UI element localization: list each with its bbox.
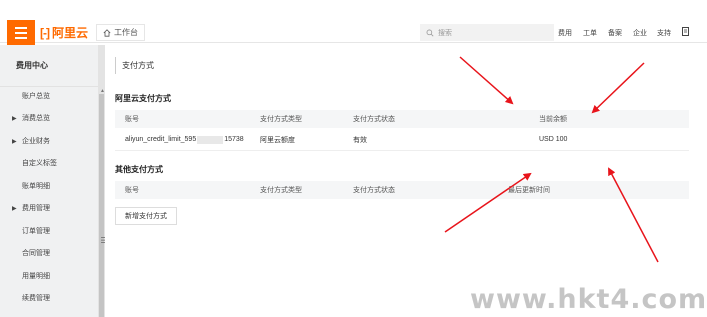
col-balance: 当前余额 — [539, 116, 567, 123]
sidebar-item-label: 消费总览 — [22, 115, 50, 122]
menu-toggle-button[interactable] — [7, 20, 35, 45]
col-status: 支付方式状态 — [353, 187, 395, 194]
col-type: 支付方式类型 — [260, 116, 302, 123]
sidebar-item-label: 用量明细 — [22, 273, 50, 280]
expand-caret-icon: ▶ — [12, 138, 17, 145]
sidebar-item-label: 账户总览 — [22, 93, 50, 100]
main-content: 支付方式 阿里云支付方式 账号 支付方式类型 支付方式状态 当前余额 aliyu… — [105, 45, 707, 317]
logo-text: 阿里云 — [52, 26, 89, 40]
sidebar-header: 费用中心 — [0, 45, 105, 87]
col-type: 支付方式类型 — [260, 187, 302, 194]
account-prefix: aliyun_credit_limit_595 — [125, 136, 197, 143]
top-bar: [-] 阿里云 工作台 搜索 费用 工单 备案 企业 支持 — [0, 0, 707, 45]
sidebar-item[interactable]: ▶ 企业财务 — [0, 132, 98, 150]
search-placeholder: 搜索 — [438, 29, 452, 37]
workbench-button[interactable]: 工作台 — [96, 24, 145, 41]
status-cell: 有效 — [353, 136, 367, 144]
search-input[interactable]: 搜索 — [420, 24, 554, 41]
sidebar-item[interactable]: 账单明细 — [0, 177, 98, 195]
aliyun-payment-section-title: 阿里云支付方式 — [115, 94, 171, 103]
menu-line-icon — [15, 31, 27, 34]
sidebar-item-label: 订单管理 — [22, 228, 50, 235]
sidebar-item[interactable]: 自定义标签 — [0, 154, 98, 172]
menu-line-icon — [15, 36, 27, 39]
sidebar-item-label: 续费管理 — [22, 295, 50, 302]
page-title: 支付方式 — [115, 57, 154, 74]
other-table-header: 账号 支付方式类型 支付方式状态 最后更新时间 — [115, 181, 689, 199]
search-icon — [426, 29, 434, 36]
sidebar-item-label: 费用管理 — [22, 205, 50, 212]
table-row: aliyun_credit_limit_595 15738 阿里云额度 有效 US… — [115, 129, 689, 151]
other-payment-section-title: 其他支付方式 — [115, 165, 163, 174]
sidebar-item-label: 自定义标签 — [22, 160, 57, 167]
sidebar-item-label: 账单明细 — [22, 183, 50, 190]
sidebar-item[interactable]: 续费管理 — [0, 289, 98, 307]
workbench-label: 工作台 — [114, 28, 138, 37]
col-status: 支付方式状态 — [353, 116, 395, 123]
sidebar-item-label: 企业财务 — [22, 138, 50, 145]
menu-line-icon — [15, 26, 27, 29]
col-account: 账号 — [125, 116, 139, 123]
sidebar-item-label: 合同管理 — [22, 250, 50, 257]
sidebar-item[interactable]: ▶ 费用管理 — [0, 199, 98, 217]
sidebar-item[interactable]: 账户总览 — [0, 87, 98, 105]
nav-enterprise[interactable]: 企业 — [633, 28, 647, 38]
expand-caret-icon: ▶ — [12, 115, 17, 122]
account-cell: aliyun_credit_limit_595 15738 — [125, 129, 244, 150]
add-payment-method-button[interactable]: 新增支付方式 — [115, 207, 177, 225]
more-icon[interactable] — [682, 27, 690, 36]
sidebar-item[interactable]: 订单管理 — [0, 222, 98, 240]
logo-mark-icon: [-] — [40, 25, 50, 40]
watermark: www.hkt4.com — [470, 284, 707, 315]
sidebar-item[interactable]: 用量明细 — [0, 267, 98, 285]
nav-ticket[interactable]: 工单 — [583, 28, 597, 38]
masked-region — [197, 135, 224, 144]
type-cell: 阿里云额度 — [260, 136, 295, 144]
sidebar-scroll-thumb[interactable] — [99, 94, 104, 317]
balance-cell: USD 100 — [539, 136, 568, 143]
nav-support[interactable]: 支持 — [657, 28, 671, 38]
home-icon — [103, 28, 111, 37]
sidebar-item[interactable]: ▶ 消费总览 — [0, 109, 98, 127]
col-account: 账号 — [125, 187, 139, 194]
sidebar-item[interactable]: 合同管理 — [0, 244, 98, 262]
account-suffix: 15738 — [224, 136, 244, 143]
col-last-updated: 最后更新时间 — [508, 187, 550, 194]
nav-icp[interactable]: 备案 — [608, 28, 622, 38]
nav-cost[interactable]: 费用 — [558, 28, 572, 38]
aliyun-table-header: 账号 支付方式类型 支付方式状态 当前余额 — [115, 110, 689, 128]
expand-caret-icon: ▶ — [12, 205, 17, 212]
aliyun-logo[interactable]: [-] 阿里云 — [40, 24, 88, 41]
